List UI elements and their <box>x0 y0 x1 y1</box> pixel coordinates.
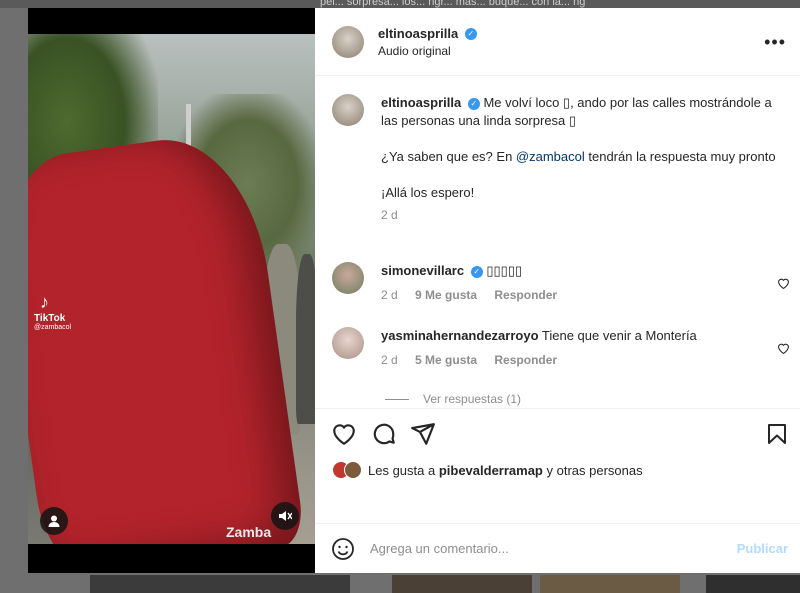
comment-line: yasminahernandezarroyo Tiene que venir a… <box>381 327 697 345</box>
caption-text: ¡Allá los espero! <box>381 185 475 200</box>
comment-likes[interactable]: 5 Me gusta <box>415 353 477 367</box>
post-caption: eltinoasprilla ✓ Me volví loco ▯, ando p… <box>332 94 787 222</box>
comment-time[interactable]: 2 d <box>381 288 398 302</box>
comment-bubble-icon[interactable] <box>371 421 397 447</box>
comment-text: ▯▯▯▯▯ <box>486 263 523 278</box>
likes-summary: Les gusta a pibevalderramap y otras pers… <box>332 461 643 479</box>
post-details-panel: eltinoasprilla ✓ Audio original ••• elti… <box>315 8 800 573</box>
comment-input[interactable] <box>370 541 710 556</box>
view-replies-label: Ver respuestas (1) <box>423 392 522 406</box>
mute-button[interactable] <box>271 502 299 530</box>
comment-content: simonevillarc ✓ ▯▯▯▯▯ 2 d 9 Me gusta Res… <box>381 262 571 302</box>
commenter-username[interactable]: simonevillarc <box>381 263 464 278</box>
likes-text: Les gusta a pibevalderramap y otras pers… <box>368 463 643 478</box>
comments-section: eltinoasprilla ✓ Me volví loco ▯, ando p… <box>315 76 800 406</box>
save-bookmark-icon[interactable] <box>765 421 791 447</box>
post-header: eltinoasprilla ✓ Audio original ••• <box>315 8 800 76</box>
comment-item: yasminahernandezarroyo Tiene que venir a… <box>332 327 787 367</box>
comment-meta: 2 d 9 Me gusta Responder <box>381 288 571 302</box>
feed-thumbnail[interactable] <box>706 575 800 593</box>
author-username[interactable]: eltinoasprilla <box>378 26 458 41</box>
tiktok-handle: @zambacol <box>34 324 72 331</box>
post-author-info: eltinoasprilla ✓ Audio original <box>378 26 477 58</box>
author-avatar[interactable] <box>332 25 364 58</box>
post-action-bar <box>315 408 800 458</box>
comment-like-heart-icon[interactable] <box>777 342 790 357</box>
caption-author-avatar[interactable] <box>332 94 364 126</box>
replies-divider <box>385 398 409 400</box>
view-replies-link[interactable]: Ver respuestas (1) <box>385 392 521 406</box>
tagged-users-button[interactable] <box>40 507 68 535</box>
add-comment-bar: Publicar <box>315 523 800 573</box>
post-video[interactable]: ♪ TikTok @zambacol Zamba <box>28 34 315 544</box>
reply-button[interactable]: Responder <box>494 288 557 302</box>
likes-suffix: y otras personas <box>542 462 643 478</box>
caption-line: ¿Ya saben que es? En @zambacol tendrán l… <box>381 148 779 166</box>
publish-button[interactable]: Publicar <box>737 541 788 556</box>
verified-badge-icon: ✓ <box>470 265 483 278</box>
caption-text: tendrán la respuesta muy pronto <box>584 149 776 164</box>
likes-prefix: Les gusta a <box>368 462 439 478</box>
like-heart-icon[interactable] <box>331 421 357 447</box>
post-modal: ♪ TikTok @zambacol Zamba eltinoasprilla … <box>28 8 800 573</box>
speaker-muted-icon <box>279 511 292 521</box>
tiktok-brand: TikTok <box>34 313 66 324</box>
verified-badge-icon: ✓ <box>467 97 480 110</box>
comment-item: simonevillarc ✓ ▯▯▯▯▯ 2 d 9 Me gusta Res… <box>332 262 787 302</box>
caption-author-username[interactable]: eltinoasprilla <box>381 95 461 110</box>
tiktok-logo-icon: ♪ <box>40 292 49 312</box>
caption-line: eltinoasprilla ✓ Me volví loco ▯, ando p… <box>381 94 779 130</box>
liker-avatar[interactable] <box>344 461 362 479</box>
comment-likes[interactable]: 9 Me gusta <box>415 288 477 302</box>
commenter-avatar[interactable] <box>332 327 364 359</box>
mention-link[interactable]: @zambacol <box>516 149 585 164</box>
comment-like-heart-icon[interactable] <box>777 277 790 292</box>
liker-username[interactable]: pibevalderramap <box>439 463 543 478</box>
comment-line: simonevillarc ✓ ▯▯▯▯▯ <box>381 262 571 280</box>
comment-meta: 2 d 5 Me gusta Responder <box>381 353 697 367</box>
video-brand-watermark: Zamba <box>226 524 272 540</box>
video-runner <box>296 254 315 424</box>
caption-content: eltinoasprilla ✓ Me volví loco ▯, ando p… <box>381 94 779 222</box>
share-paper-plane-icon[interactable] <box>410 421 436 447</box>
more-options-icon[interactable]: ••• <box>764 32 786 53</box>
caption-text: ¿Ya saben que es? En <box>381 149 516 164</box>
caption-meta: 2 d <box>381 208 779 222</box>
commenter-avatar[interactable] <box>332 262 364 294</box>
comment-time[interactable]: 2 d <box>381 353 398 367</box>
comment-text: Tiene que venir a Montería <box>541 328 697 343</box>
feed-thumbnail[interactable] <box>540 575 680 593</box>
post-media[interactable]: ♪ TikTok @zambacol Zamba <box>28 8 315 573</box>
audio-link[interactable]: Audio original <box>378 44 477 58</box>
emoji-icon[interactable] <box>331 537 355 561</box>
feed-thumbnail[interactable] <box>392 575 532 593</box>
comment-content: yasminahernandezarroyo Tiene que venir a… <box>381 327 697 367</box>
feed-thumbnail[interactable] <box>90 575 350 593</box>
verified-badge-icon: ✓ <box>464 28 477 41</box>
caption-time[interactable]: 2 d <box>381 208 398 222</box>
feed-top-strip: pel... sorpresa... los... ngr... más... … <box>0 0 800 8</box>
user-icon <box>48 515 60 527</box>
tiktok-watermark: ♪ TikTok @zambacol <box>34 292 71 331</box>
commenter-username[interactable]: yasminahernandezarroyo <box>381 328 539 343</box>
reply-button[interactable]: Responder <box>494 353 557 367</box>
feed-top-text: pel... sorpresa... los... ngr... más... … <box>320 0 586 8</box>
